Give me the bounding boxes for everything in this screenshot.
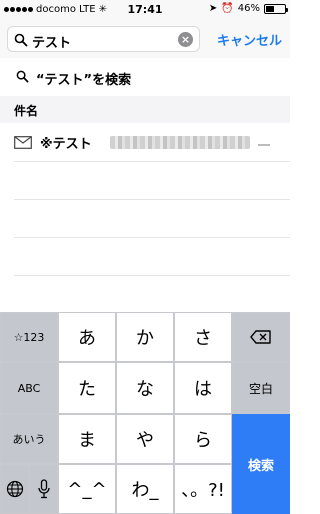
section-title: 件名 bbox=[14, 104, 39, 118]
microphone-icon bbox=[37, 479, 50, 499]
key-ka[interactable]: か bbox=[116, 312, 174, 362]
list-item[interactable]: ※テスト bbox=[0, 123, 290, 161]
search-value: テスト bbox=[32, 36, 72, 51]
key-emoticon[interactable]: ^_^ bbox=[58, 464, 116, 514]
search-suggestion[interactable]: “テスト”を検索 bbox=[0, 58, 290, 96]
key-ya[interactable]: や bbox=[116, 414, 174, 464]
key-a[interactable]: あ bbox=[58, 312, 116, 362]
backspace-icon bbox=[250, 330, 271, 344]
globe-icon bbox=[6, 480, 23, 498]
key-sa[interactable]: さ bbox=[174, 312, 232, 362]
status-bar: docomo LTE ✳ 17:41 ➤ ⏰ 46% bbox=[0, 0, 290, 20]
alarm-icon: ⏰ bbox=[221, 3, 234, 14]
key-ma[interactable]: ま bbox=[58, 414, 116, 464]
search-icon bbox=[16, 70, 29, 83]
location-icon: ➤ bbox=[208, 3, 218, 14]
search-icon bbox=[14, 33, 28, 47]
key-ra[interactable]: ら bbox=[174, 414, 232, 464]
battery-percent: 46% bbox=[237, 3, 260, 14]
space-key[interactable]: 空白 bbox=[232, 362, 290, 414]
redacted-text bbox=[110, 136, 250, 149]
key-ta[interactable]: た bbox=[58, 362, 116, 414]
key-ha[interactable]: は bbox=[174, 362, 232, 414]
globe-key[interactable] bbox=[0, 464, 29, 514]
key-numbers[interactable]: ☆123 bbox=[0, 312, 58, 362]
search-key[interactable]: 検索 bbox=[232, 414, 290, 514]
row-divider bbox=[14, 237, 290, 238]
key-abc[interactable]: ABC bbox=[0, 362, 58, 414]
redacted-text-tail bbox=[258, 144, 270, 146]
key-kana[interactable]: あいう bbox=[0, 414, 58, 464]
search-bar: テスト × キャンセル bbox=[0, 20, 290, 58]
result-subject: ※テスト bbox=[40, 137, 92, 152]
backspace-key[interactable] bbox=[232, 312, 290, 362]
suggestion-label: “テスト”を検索 bbox=[36, 73, 132, 88]
microphone-key[interactable] bbox=[29, 464, 58, 514]
clear-search-button[interactable]: × bbox=[178, 32, 193, 47]
row-divider bbox=[14, 199, 290, 200]
key-wa[interactable]: わ_ bbox=[116, 464, 174, 514]
row-divider bbox=[14, 275, 290, 276]
row-divider bbox=[14, 161, 290, 162]
key-punctuation[interactable]: 、。?! bbox=[174, 464, 232, 514]
battery-icon bbox=[264, 3, 288, 14]
keyboard: ☆123 あ か さ ABC た な は 空白 あいう ま や ら 検索 ^_^… bbox=[0, 312, 290, 514]
key-na[interactable]: な bbox=[116, 362, 174, 414]
section-header: 件名 bbox=[0, 96, 290, 123]
status-right: ➤ ⏰ 46% bbox=[208, 3, 288, 14]
cancel-button[interactable]: キャンセル bbox=[217, 30, 282, 49]
search-input[interactable]: テスト × bbox=[7, 26, 200, 52]
mail-envelope-icon bbox=[14, 136, 32, 149]
